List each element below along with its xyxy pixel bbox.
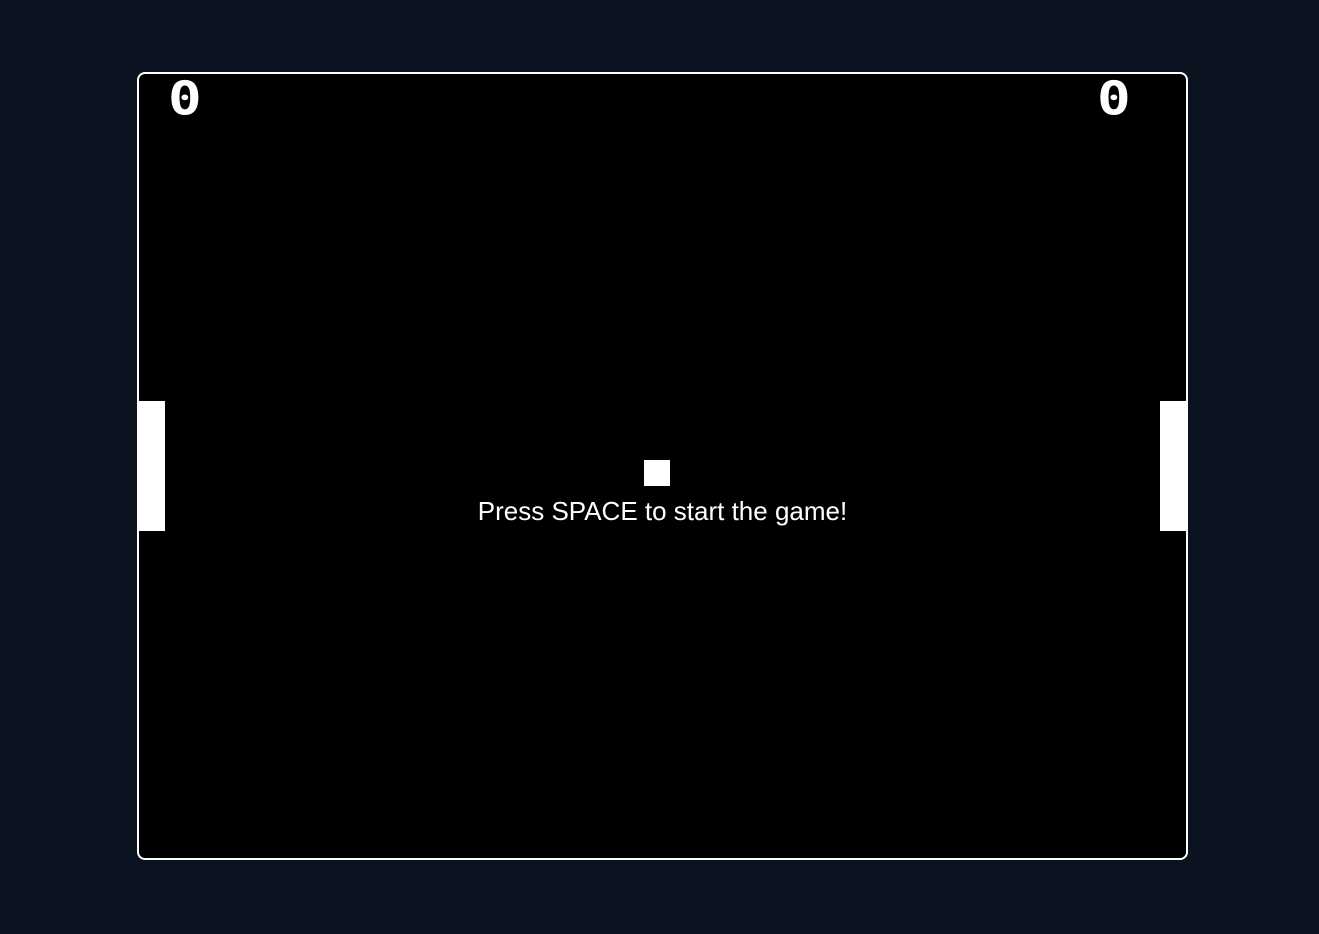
right-player-score: 0 bbox=[1097, 72, 1131, 127]
start-game-prompt: Press SPACE to start the game! bbox=[477, 496, 848, 526]
game-canvas[interactable]: 0 0 Press SPACE to start the game! bbox=[137, 72, 1188, 860]
ball bbox=[644, 460, 670, 486]
left-player-score: 0 bbox=[168, 72, 202, 127]
